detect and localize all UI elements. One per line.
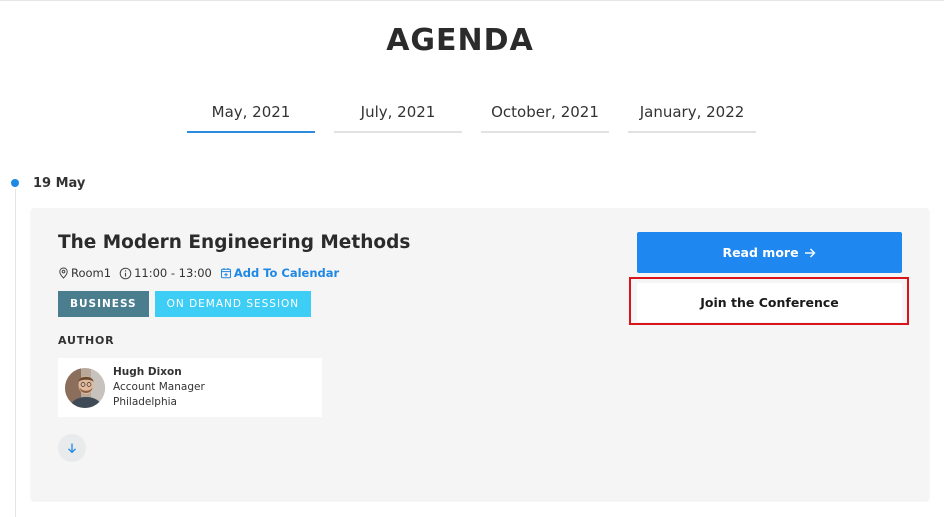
expand-button[interactable] (58, 434, 86, 462)
author-card[interactable]: Hugh Dixon Account Manager Philadelphia (58, 358, 322, 417)
calendar-icon (220, 268, 231, 279)
author-heading: AUTHOR (58, 334, 115, 347)
author-name: Hugh Dixon (113, 366, 182, 378)
avatar (65, 367, 105, 408)
session-card: The Modern Engineering Methods Room1 11:… (31, 208, 929, 500)
author-role: Account Manager (113, 381, 205, 393)
timeline-date: 19 May (33, 176, 86, 191)
read-more-button[interactable]: Read more (637, 232, 902, 273)
page-title: AGENDA (386, 23, 534, 58)
arrow-down-icon (68, 443, 76, 454)
session-meta: Room1 11:00 - 13:00 Add To Calendar (58, 266, 347, 280)
info-icon (119, 267, 132, 279)
tab-january-2022[interactable]: January, 2022 (628, 101, 756, 133)
session-title: The Modern Engineering Methods (58, 232, 411, 253)
author-info: Hugh Dixon Account Manager Philadelphia (113, 365, 205, 410)
read-more-label: Read more (722, 245, 799, 260)
session-time: 11:00 - 13:00 (119, 266, 212, 280)
tab-may-2021[interactable]: May, 2021 (187, 101, 315, 133)
timeline-dot (11, 179, 19, 187)
location-pin-icon (59, 267, 68, 279)
add-to-calendar-label: Add To Calendar (233, 266, 340, 280)
tab-july-2021[interactable]: July, 2021 (334, 101, 462, 133)
author-location: Philadelphia (113, 396, 177, 408)
tag-business[interactable]: BUSINESS (58, 291, 149, 317)
session-tags: BUSINESS ON DEMAND SESSION (58, 291, 312, 317)
tag-on-demand-session[interactable]: ON DEMAND SESSION (154, 291, 312, 317)
month-tabs: May, 2021 July, 2021 October, 2021 Janua… (187, 101, 756, 133)
arrow-right-icon (804, 248, 816, 257)
session-time-label: 11:00 - 13:00 (134, 266, 212, 280)
join-conference-label: Join the Conference (700, 295, 839, 310)
session-room-label: Room1 (71, 266, 112, 280)
join-conference-button[interactable]: Join the Conference (637, 283, 902, 322)
agenda-page: AGENDA May, 2021 July, 2021 October, 202… (0, 0, 944, 517)
timeline-line (15, 189, 16, 517)
tab-october-2021[interactable]: October, 2021 (481, 101, 609, 133)
add-to-calendar-link[interactable]: Add To Calendar (220, 266, 339, 280)
session-room: Room1 (58, 266, 111, 280)
